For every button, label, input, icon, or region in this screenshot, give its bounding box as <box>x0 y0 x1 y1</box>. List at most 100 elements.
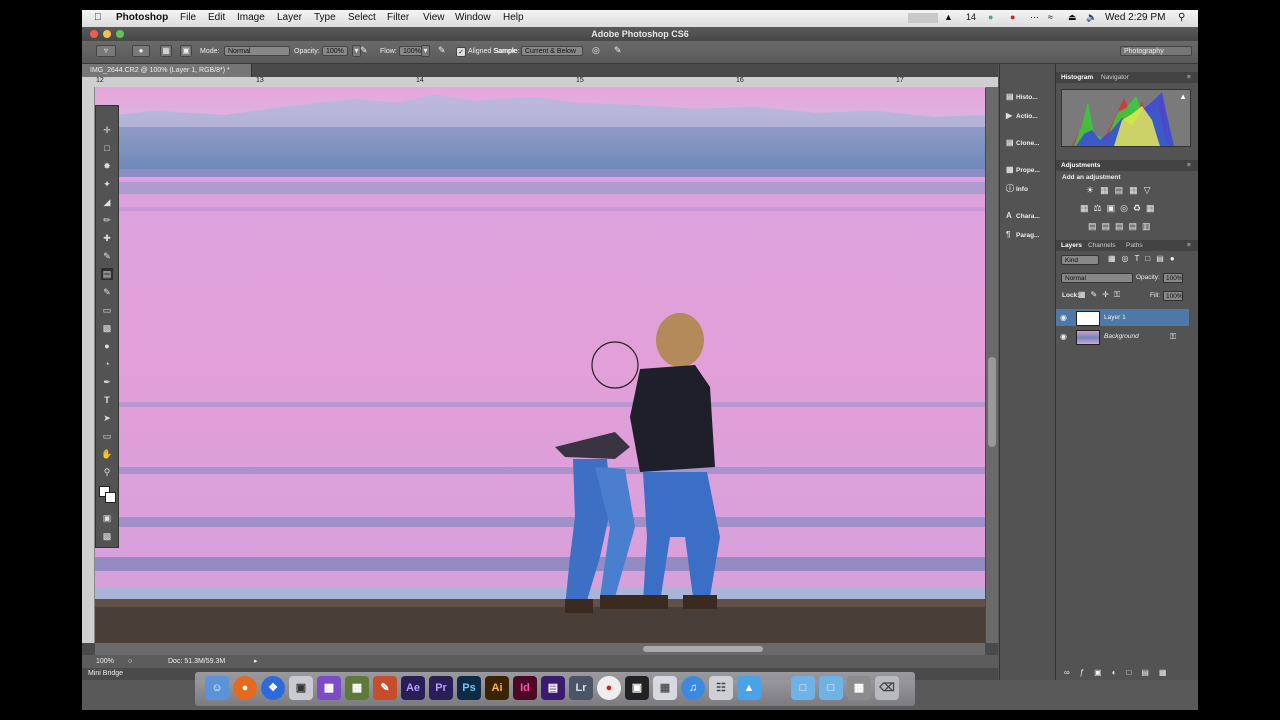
eyedropper-tool-icon[interactable]: ✏ <box>101 214 113 226</box>
itunes-icon[interactable]: ♫ <box>681 676 705 700</box>
panel-menu-icon[interactable]: ≡ <box>1187 160 1191 171</box>
marquee-tool-icon[interactable]: □ <box>101 142 113 154</box>
layer-filter-select[interactable]: Kind <box>1061 255 1099 265</box>
zoom-level[interactable]: 100% <box>96 655 114 668</box>
opacity-field[interactable]: 100% <box>322 46 348 56</box>
color-swatches-icon[interactable] <box>99 486 116 503</box>
tab-adjustments[interactable]: Adjustments <box>1061 160 1100 171</box>
apple-menu-icon[interactable]:  <box>94 12 102 23</box>
record-app-icon[interactable]: ● <box>597 676 621 700</box>
lock-icons[interactable]: ▦✎✛⚿ <box>1078 290 1125 300</box>
adjustment-icons-row-2[interactable]: ▦⚖▣◎♻▦ <box>1080 203 1160 214</box>
layer-row-background[interactable]: ◉ Background ⚿ <box>1056 328 1189 345</box>
flow-dropdown-icon[interactable]: ▾ <box>421 45 430 57</box>
text-input-icon[interactable]: ▲ <box>944 12 953 22</box>
illustrator-icon[interactable]: Ai <box>485 676 509 700</box>
app-icon[interactable]: ▤ <box>541 676 565 700</box>
warning-icon[interactable]: ▲ <box>1179 92 1187 101</box>
status-info-icon[interactable]: ○ <box>128 655 132 668</box>
folder-icon[interactable]: □ <box>819 676 843 700</box>
menu-image[interactable]: Image <box>237 12 265 23</box>
blend-mode-select[interactable]: Normal <box>1061 273 1133 283</box>
menu-edit[interactable]: Edit <box>208 12 225 23</box>
app-icon[interactable]: ▩ <box>317 676 341 700</box>
clone-stamp-tool-preset-icon[interactable]: ▿ <box>96 45 116 57</box>
menu-help[interactable]: Help <box>503 12 524 23</box>
vertical-scroll-thumb[interactable] <box>988 357 996 447</box>
tab-navigator[interactable]: Navigator <box>1101 72 1129 83</box>
path-selection-tool-icon[interactable]: ➤ <box>101 412 113 424</box>
fill-field[interactable]: 100% <box>1163 291 1183 301</box>
horizontal-scrollbar[interactable] <box>95 643 985 655</box>
clapper-icon[interactable]: ▣ <box>625 676 649 700</box>
brush-tool-icon[interactable]: ✎ <box>101 250 113 262</box>
blur-tool-icon[interactable]: ● <box>101 340 113 352</box>
screen-mode-icon[interactable]: ▩ <box>101 530 113 542</box>
brush-size-picker-icon[interactable]: ● <box>132 45 150 57</box>
layer-opacity-field[interactable]: 100% <box>1163 273 1183 283</box>
zoom-window-icon[interactable] <box>116 30 124 38</box>
vertical-ruler[interactable] <box>82 87 95 643</box>
eject-icon[interactable]: ⏏ <box>1068 12 1077 23</box>
airbrush-icon[interactable]: ✎ <box>438 45 446 56</box>
hand-tool-icon[interactable]: ✋ <box>101 448 113 460</box>
menu-file[interactable]: File <box>180 12 196 23</box>
app-menu[interactable]: Photoshop <box>116 12 168 23</box>
premiere-icon[interactable]: Pr <box>429 676 453 700</box>
dodge-tool-icon[interactable]: ◔ <box>101 358 113 370</box>
panel-button-actions[interactable]: ▶ Actio... <box>1006 109 1054 122</box>
eraser-tool-icon[interactable]: ▭ <box>101 304 113 316</box>
crop-tool-icon[interactable]: ◢ <box>101 196 113 208</box>
menu-view[interactable]: View <box>423 12 445 23</box>
panel-button-clone-source[interactable]: ▤ Clone... <box>1006 136 1054 149</box>
menu-extra-icon[interactable]: ⋯ <box>1030 12 1039 23</box>
pressure-size-icon[interactable]: ✎ <box>614 45 622 56</box>
toggle-brush-panel-icon[interactable]: ▦ <box>160 45 172 57</box>
vertical-scrollbar[interactable] <box>986 87 998 643</box>
move-tool-icon[interactable]: ✛ <box>101 124 113 136</box>
photoshop-icon[interactable]: Ps <box>457 676 481 700</box>
zoom-tool-icon[interactable]: ⚲ <box>101 466 113 478</box>
app-icon[interactable]: ✎ <box>373 676 397 700</box>
finder-icon[interactable]: ☺ <box>205 676 229 700</box>
gradient-tool-icon[interactable]: ▩ <box>101 322 113 334</box>
panel-button-character[interactable]: A Chara... <box>1006 209 1054 222</box>
menu-select[interactable]: Select <box>348 12 376 23</box>
spotlight-search-icon[interactable]: ⚲ <box>1178 12 1185 23</box>
volume-icon[interactable]: 🔈 <box>1086 12 1097 23</box>
app-icon[interactable]: ▲ <box>737 676 761 700</box>
rectangle-tool-icon[interactable]: ▭ <box>101 430 113 442</box>
app-icon[interactable]: ▦ <box>345 676 369 700</box>
visibility-eye-icon[interactable]: ◉ <box>1060 309 1067 326</box>
close-window-icon[interactable] <box>90 30 98 38</box>
minimize-window-icon[interactable] <box>103 30 111 38</box>
menu-filter[interactable]: Filter <box>387 12 409 23</box>
app-icon[interactable]: ▦ <box>847 676 871 700</box>
panel-button-paragraph[interactable]: ¶ Parag... <box>1006 228 1054 241</box>
workspace-select[interactable]: Photography <box>1120 46 1192 56</box>
safari-icon[interactable]: ❖ <box>261 676 285 700</box>
app-icon[interactable]: ☷ <box>709 676 733 700</box>
after-effects-icon[interactable]: Ae <box>401 676 425 700</box>
document-tab[interactable]: IMG_2644.CR2 @ 100% (Layer 1, RGB/8*) * <box>82 64 252 77</box>
indesign-icon[interactable]: Id <box>513 676 537 700</box>
tab-histogram[interactable]: Histogram <box>1061 72 1093 83</box>
adjustment-icons-row-3[interactable]: ▤▤▤▤▥ <box>1088 221 1156 232</box>
menu-window[interactable]: Window <box>455 12 491 23</box>
lightroom-icon[interactable]: Lr <box>569 676 593 700</box>
layer-row-layer-1[interactable]: ◉ Layer 1 <box>1056 309 1189 326</box>
trash-icon[interactable]: ⌫ <box>875 676 899 700</box>
sample-select[interactable]: Current & Below <box>521 46 583 56</box>
panel-menu-icon[interactable]: ≡ <box>1187 72 1191 83</box>
adjustment-icons-row-1[interactable]: ☀▦▤▦▽ <box>1086 185 1157 196</box>
quick-mask-icon[interactable]: ▣ <box>101 512 113 524</box>
tab-paths[interactable]: Paths <box>1126 240 1143 251</box>
panel-button-properties[interactable]: ▦ Prope... <box>1006 163 1054 176</box>
record-icon[interactable]: ● <box>1010 12 1015 22</box>
panel-button-history[interactable]: ▤ Histo... <box>1006 90 1054 103</box>
aligned-checkbox[interactable]: ✓ <box>456 47 466 57</box>
folder-icon[interactable]: □ <box>791 676 815 700</box>
toggle-clone-source-icon[interactable]: ▣ <box>180 45 192 57</box>
history-brush-tool-icon[interactable]: ✎ <box>101 286 113 298</box>
lasso-tool-icon[interactable]: ✸ <box>101 160 113 172</box>
